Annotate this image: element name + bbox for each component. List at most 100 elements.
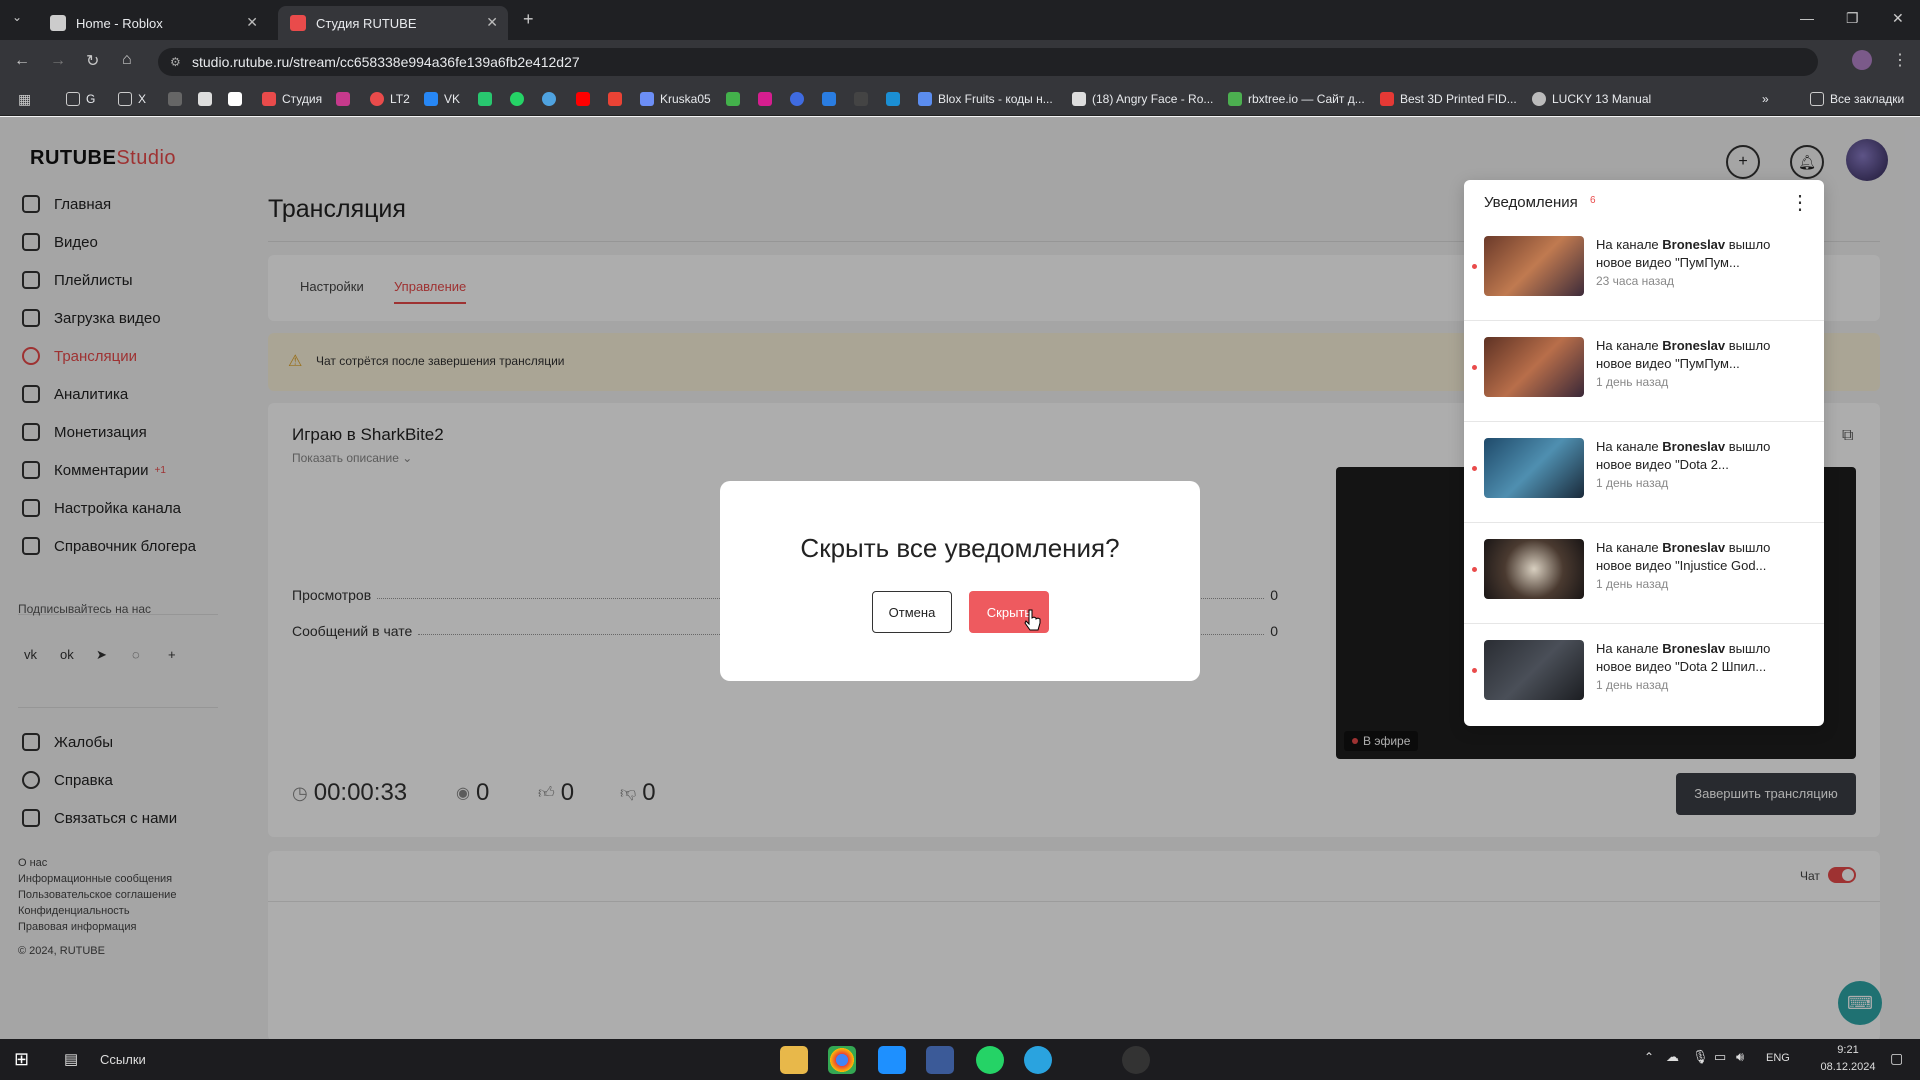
cancel-button[interactable]: Отмена — [872, 591, 952, 633]
window-close-icon[interactable]: ✕ — [1892, 10, 1904, 27]
bookmark-item[interactable] — [886, 92, 906, 106]
forward-icon[interactable]: → — [50, 52, 66, 70]
video-thumbnail — [1484, 337, 1584, 397]
tab-list-icon[interactable]: ⌄ — [12, 10, 22, 24]
bookmark-item[interactable] — [854, 92, 874, 106]
bookmark-favicon-icon — [886, 92, 900, 106]
microphone-icon[interactable]: 🎙︎ — [1692, 1049, 1709, 1065]
bookmark-item[interactable]: LT2 — [370, 92, 410, 106]
notification-text: На канале Broneslav вышло новое видео "D… — [1596, 439, 1771, 472]
tab-rutube-studio[interactable]: Студия RUTUBE ✕ — [278, 6, 508, 40]
unread-dot-icon — [1472, 567, 1477, 572]
bookmark-item[interactable] — [228, 92, 248, 106]
bookmark-item[interactable]: G — [66, 92, 95, 106]
notification-time: 1 день назад — [1596, 476, 1669, 490]
bookmark-item[interactable]: X — [118, 92, 146, 106]
bookmark-item[interactable] — [198, 92, 218, 106]
bookmark-item[interactable] — [542, 92, 562, 106]
bookmark-item[interactable] — [758, 92, 778, 106]
youtube-icon — [576, 92, 590, 106]
notification-item[interactable]: На канале Broneslav вышло новое видео "I… — [1464, 523, 1824, 624]
bookmark-item[interactable] — [478, 92, 498, 106]
bookmark-item[interactable] — [576, 92, 596, 106]
notification-time: 1 день назад — [1596, 375, 1669, 389]
bookmark-item[interactable] — [168, 92, 188, 106]
network-icon[interactable]: ▭ — [1714, 1049, 1726, 1065]
unread-dot-icon — [1472, 264, 1477, 269]
notification-text: На канале Broneslav вышло новое видео "П… — [1596, 237, 1771, 270]
bookmark-favicon-icon — [370, 92, 384, 106]
bookmark-item[interactable]: LUCKY 13 Manual — [1532, 92, 1651, 106]
minimize-icon[interactable]: — — [1800, 10, 1814, 26]
notifications-title: Уведомления — [1484, 194, 1578, 211]
notification-time: 1 день назад — [1596, 678, 1669, 692]
dialog-title: Скрыть все уведомления? — [800, 533, 1120, 563]
video-thumbnail — [1484, 640, 1584, 700]
language-indicator[interactable]: ENG — [1766, 1052, 1790, 1064]
clock-date[interactable]: 08.12.2024 — [1818, 1061, 1878, 1073]
site-info-icon[interactable]: ⚙ — [170, 48, 181, 76]
cloud-icon[interactable]: ☁ — [1666, 1049, 1679, 1065]
bookmark-item[interactable]: Студия — [262, 92, 322, 106]
file-explorer-icon[interactable] — [780, 1046, 808, 1074]
bookmark-item[interactable]: rbxtree.io — Сайт д... — [1228, 92, 1365, 106]
browser-tabbar: ⌄ Home - Roblox ✕ Студия RUTUBE ✕ + — ❐ … — [0, 0, 1920, 40]
bookmark-item[interactable] — [608, 92, 628, 106]
back-icon[interactable]: ← — [14, 52, 30, 70]
windows-start-icon[interactable]: ⊞ — [14, 1049, 29, 1070]
restore-icon[interactable]: ❐ — [1846, 10, 1859, 27]
profile-avatar[interactable] — [1852, 50, 1872, 70]
notifications-count: 6 — [1590, 195, 1596, 206]
vk-icon — [424, 92, 438, 106]
rutube-favicon-icon — [262, 92, 276, 106]
obs-icon[interactable] — [1122, 1046, 1150, 1074]
home-icon[interactable]: ⌂ — [122, 51, 132, 69]
store-icon[interactable] — [878, 1046, 906, 1074]
notification-item[interactable]: На канале Broneslav вышло новое видео "П… — [1464, 321, 1824, 422]
bookmark-favicon-icon — [1072, 92, 1086, 106]
new-tab-icon[interactable]: + — [523, 9, 534, 30]
bookmark-item[interactable]: Blox Fruits - коды н... — [918, 92, 1053, 106]
tray-chevron-icon[interactable]: ⌃ — [1644, 1050, 1654, 1064]
bookmark-item[interactable]: (18) Angry Face - Ro... — [1072, 92, 1213, 106]
notification-text: На канале Broneslav вышло новое видео "I… — [1596, 540, 1771, 573]
bookmark-item[interactable]: Best 3D Printed FID... — [1380, 92, 1517, 106]
taskbar-links[interactable]: Ссылки — [100, 1052, 146, 1067]
notification-item[interactable]: На канале Broneslav вышло новое видео "П… — [1464, 220, 1824, 321]
bookmark-favicon-icon — [542, 92, 556, 106]
bookmark-item[interactable] — [790, 92, 810, 106]
gmail-icon — [608, 92, 622, 106]
bookmark-item[interactable] — [822, 92, 842, 106]
reload-icon[interactable]: ↻ — [86, 51, 99, 71]
whatsapp-icon[interactable] — [976, 1046, 1004, 1074]
unread-dot-icon — [1472, 365, 1477, 370]
tab-close-icon[interactable]: ✕ — [486, 14, 498, 31]
folder-icon — [66, 92, 80, 106]
notification-center-icon[interactable]: ▢ — [1890, 1050, 1903, 1067]
address-bar[interactable]: ⚙ studio.rutube.ru/stream/cc658338e994a3… — [158, 48, 1818, 76]
clock-time[interactable]: 9:21 — [1818, 1044, 1878, 1056]
tab-roblox[interactable]: Home - Roblox ✕ — [38, 6, 268, 40]
apps-grid-icon[interactable]: ▦ — [18, 91, 31, 108]
more-options-icon[interactable]: ⋮ — [1790, 190, 1810, 215]
windows-taskbar: ⊞ ▤ Ссылки ⌃ ☁ 🎙︎ ▭ 🔊︎ ENG 9:21 08.12.20… — [0, 1039, 1920, 1080]
chrome-icon[interactable] — [828, 1046, 856, 1074]
telegram-icon[interactable] — [1024, 1046, 1052, 1074]
task-view-icon[interactable]: ▤ — [64, 1050, 78, 1068]
bookmark-item[interactable]: VK — [424, 92, 460, 106]
bookmark-favicon-icon — [854, 92, 868, 106]
notification-item[interactable]: На канале Broneslav вышло новое видео "D… — [1464, 422, 1824, 523]
bookmark-item[interactable] — [510, 92, 530, 106]
more-bookmarks-icon[interactable]: » — [1762, 92, 1769, 106]
bookmark-item[interactable] — [726, 92, 746, 106]
all-bookmarks[interactable]: Все закладки — [1810, 92, 1904, 106]
notification-text: На канале Broneslav вышло новое видео "D… — [1596, 641, 1771, 674]
tab-close-icon[interactable]: ✕ — [246, 14, 258, 31]
notification-item[interactable]: На канале Broneslav вышло новое видео "D… — [1464, 624, 1824, 725]
app-icon[interactable] — [926, 1046, 954, 1074]
browser-menu-icon[interactable]: ⋮ — [1892, 50, 1908, 70]
bookmark-item[interactable]: Kruska05 — [640, 92, 711, 106]
volume-icon[interactable]: 🔊︎ — [1736, 1049, 1744, 1065]
bookmark-item[interactable] — [336, 92, 356, 106]
bookmark-favicon-icon — [918, 92, 932, 106]
